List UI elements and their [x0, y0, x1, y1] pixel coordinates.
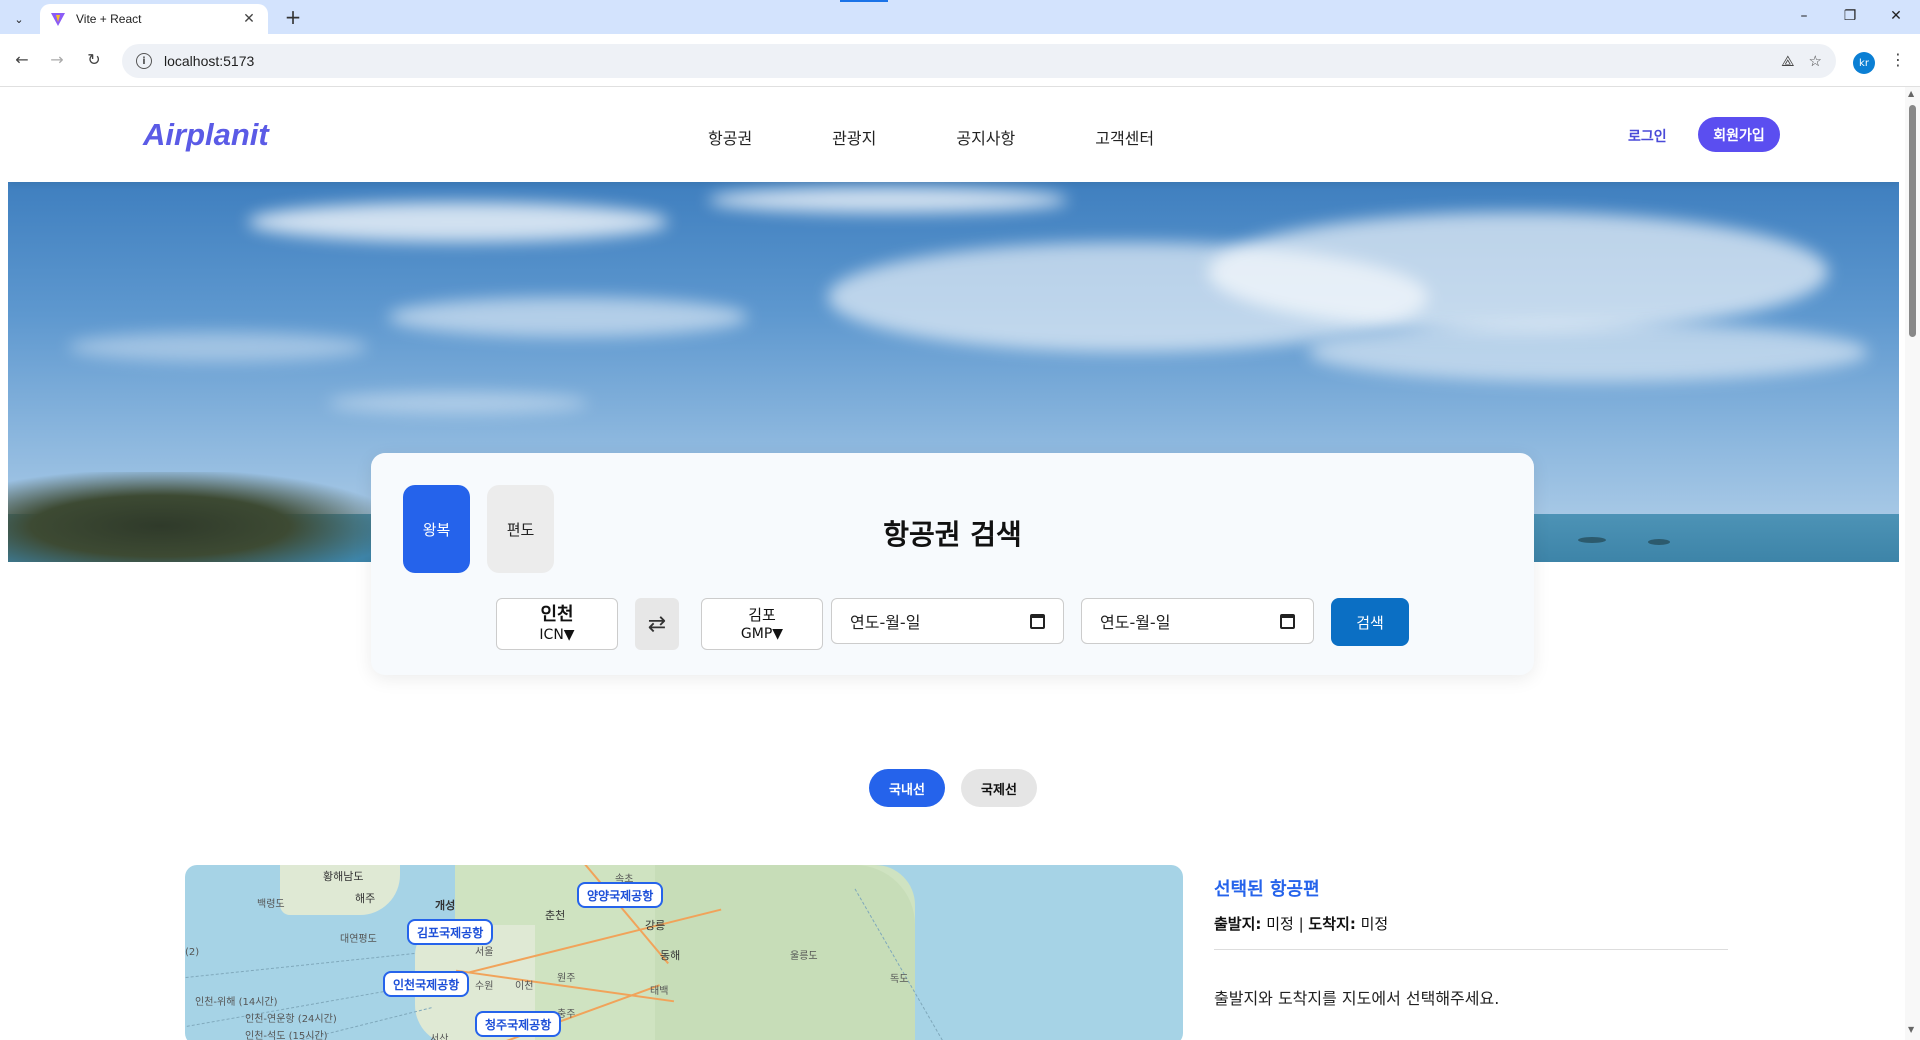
route-label: 인천-석도 (15시간) — [245, 1031, 328, 1040]
url-text: localhost:5173 — [164, 53, 255, 69]
signup-button[interactable]: 회원가입 — [1698, 117, 1780, 152]
translate-icon[interactable]: ⟁ — [1781, 52, 1794, 70]
browser-menu-icon[interactable]: ⋮ — [1890, 50, 1906, 69]
from-label: 출발지: — [1214, 915, 1262, 933]
tab-close-icon[interactable]: ✕ — [240, 11, 258, 27]
browser-tab-bar: ⌄ Vite + React ✕ + – ❐ ✕ — [0, 0, 1920, 34]
scroll-up-icon[interactable]: ▲ — [1908, 89, 1914, 98]
forward-arrow-icon[interactable]: → — [45, 50, 69, 69]
site-logo[interactable]: Airplanit — [143, 117, 269, 153]
scroll-down-icon[interactable]: ▼ — [1908, 1025, 1914, 1034]
site-info-icon[interactable]: i — [136, 53, 152, 69]
departure-airport-select[interactable]: 인천 ICN▼ — [496, 598, 618, 650]
tab-search-icon[interactable]: ⌄ — [8, 8, 30, 30]
divider — [1214, 949, 1728, 950]
airport-map[interactable]: 황해남도 해주 개성 백령도 대연평도 속초 춘천 강릉 동해 울릉도 독도 수… — [185, 865, 1183, 1040]
to-value: 미정 — [1360, 915, 1389, 933]
profile-avatar[interactable]: kr — [1853, 52, 1875, 74]
nav-item-notices[interactable]: 공지사항 — [956, 125, 1015, 149]
calendar-icon[interactable] — [1030, 613, 1045, 629]
arrival-airport-select[interactable]: 김포 GMP▼ — [701, 598, 823, 650]
route-label: 인천-위해 (14시간) — [195, 997, 278, 1008]
search-button[interactable]: 검색 — [1331, 598, 1409, 646]
back-arrow-icon[interactable]: ← — [10, 50, 34, 69]
map-label: 원주 — [557, 973, 576, 984]
departure-name: 인천 — [540, 604, 574, 625]
return-date-input[interactable]: 연도-월-일 — [1081, 598, 1314, 644]
route-label: 인천-연운항 (24시간) — [245, 1014, 337, 1025]
map-label: 울릉도 — [790, 951, 818, 962]
restore-button[interactable]: ❐ — [1838, 8, 1862, 24]
nav-item-attractions[interactable]: 관광지 — [832, 125, 876, 149]
map-label: 수원 — [475, 981, 494, 992]
minimize-button[interactable]: – — [1792, 8, 1816, 24]
airport-marker-gimpo[interactable]: 김포국제공항 — [407, 919, 494, 945]
selection-hint: 출발지와 도착지를 지도에서 선택해주세요. — [1214, 989, 1500, 1008]
scrollbar-thumb[interactable] — [1909, 105, 1916, 337]
nav-item-support[interactable]: 고객센터 — [1095, 125, 1154, 149]
airport-marker-yangyang[interactable]: 양양국제공항 — [577, 882, 664, 908]
login-link[interactable]: 로그인 — [1628, 126, 1667, 146]
map-label: 이천 — [515, 981, 534, 992]
map-label: 개성 — [435, 899, 456, 912]
calendar-icon[interactable] — [1280, 613, 1295, 629]
domestic-toggle[interactable]: 국내선 — [869, 769, 945, 807]
map-label: 백령도 — [257, 899, 285, 910]
return-date-placeholder: 연도-월-일 — [1100, 613, 1171, 632]
trees — [8, 472, 388, 562]
address-bar[interactable]: i localhost:5173 ⟁ ☆ — [122, 44, 1836, 78]
close-window-button[interactable]: ✕ — [1884, 8, 1908, 24]
map-label: 태백 — [650, 986, 669, 997]
selected-flight-panel: 선택된 항공편 출발지: 미정 | 도착지: 미정 출발지와 도착지를 지도에서… — [1214, 865, 1728, 1009]
departure-date-placeholder: 연도-월-일 — [850, 613, 921, 632]
page-viewport: Airplanit 항공권 관광지 공지사항 고객센터 로그인 회원가입 왕복 … — [8, 87, 1899, 1040]
international-toggle[interactable]: 국제선 — [961, 769, 1037, 807]
map-label: 대연평도 — [340, 934, 377, 945]
map-label: 황해남도 — [323, 870, 364, 883]
page-scrollbar[interactable]: ▲ ▼ — [1905, 87, 1920, 1040]
swap-airports-icon[interactable]: ⇄ — [635, 598, 679, 650]
selected-route: 출발지: 미정 | 도착지: 미정 — [1214, 913, 1728, 934]
map-label: 동해 — [660, 949, 681, 962]
map-label: 서울 — [475, 947, 494, 958]
airport-marker-cheongju[interactable]: 청주국제공항 — [475, 1011, 562, 1037]
to-label: 도착지: — [1308, 915, 1356, 933]
nav-item-flights[interactable]: 항공권 — [708, 125, 752, 149]
bookmark-star-icon[interactable]: ☆ — [1809, 52, 1822, 70]
main-nav: 항공권 관광지 공지사항 고객센터 — [708, 125, 1154, 149]
map-label: 서산 — [430, 1034, 449, 1040]
route-edge-label: (2) — [185, 947, 200, 958]
browser-tab[interactable]: Vite + React ✕ — [40, 4, 268, 34]
map-label: 춘천 — [545, 909, 566, 922]
from-value: 미정 — [1266, 915, 1294, 933]
map-label: 독도 — [890, 974, 909, 985]
airport-marker-incheon[interactable]: 인천국제공항 — [383, 971, 470, 997]
new-tab-button[interactable]: + — [282, 7, 304, 27]
browser-toolbar: ← → ↻ i localhost:5173 ⟁ ☆ — [0, 34, 1920, 87]
arrival-code: GMP▼ — [740, 626, 784, 642]
departure-code: ICN▼ — [539, 627, 575, 643]
search-title: 항공권 검색 — [883, 518, 1022, 551]
tab-strip-indicator — [840, 0, 888, 2]
flight-search-card: 왕복 편도 항공권 검색 인천 ICN▼ ⇄ 김포 GMP▼ 연도-월-일 연도… — [371, 453, 1534, 675]
site-header: Airplanit 항공권 관광지 공지사항 고객센터 로그인 회원가입 — [8, 87, 1899, 182]
map-label: 강릉 — [645, 919, 666, 932]
selected-flight-title: 선택된 항공편 — [1214, 879, 1320, 900]
route-separator: | — [1298, 915, 1304, 933]
vite-logo-icon — [51, 13, 65, 26]
departure-date-input[interactable]: 연도-월-일 — [831, 598, 1064, 644]
tab-title: Vite + React — [76, 12, 142, 26]
map-label: 해주 — [355, 892, 376, 905]
arrival-name: 김포 — [748, 606, 776, 624]
reload-icon[interactable]: ↻ — [82, 50, 106, 69]
